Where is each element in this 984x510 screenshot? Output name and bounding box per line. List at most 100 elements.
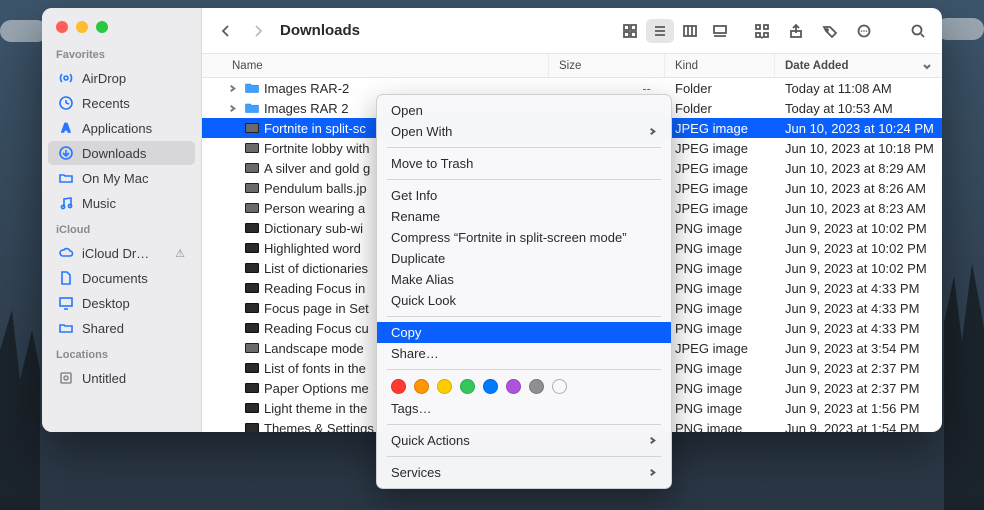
context-item-quick-look[interactable]: Quick Look xyxy=(377,290,671,311)
tag-color-dot[interactable] xyxy=(529,379,544,394)
file-date: Jun 9, 2023 at 1:54 PM xyxy=(775,421,942,433)
file-kind: PNG image xyxy=(665,221,775,236)
column-headers: Name Size Kind Date Added xyxy=(202,54,942,78)
group-by-button[interactable] xyxy=(748,19,776,43)
file-date: Jun 9, 2023 at 4:33 PM xyxy=(775,321,942,336)
tags-button[interactable] xyxy=(816,19,844,43)
file-kind: JPEG image xyxy=(665,141,775,156)
file-date: Jun 9, 2023 at 10:02 PM xyxy=(775,261,942,276)
file-icon xyxy=(244,80,260,96)
tag-color-dot[interactable] xyxy=(391,379,406,394)
context-item-tags[interactable]: Tags… xyxy=(377,398,671,419)
context-item-label: Quick Actions xyxy=(391,433,470,448)
tag-color-dot[interactable] xyxy=(414,379,429,394)
sidebar-item-untitled[interactable]: Untitled xyxy=(48,366,195,390)
file-name: Fortnite lobby with xyxy=(264,141,370,156)
sidebar-item-desktop[interactable]: Desktop xyxy=(48,291,195,315)
apps-icon: A xyxy=(58,120,74,136)
sidebar-item-shared[interactable]: Shared xyxy=(48,316,195,340)
file-date: Jun 9, 2023 at 10:02 PM xyxy=(775,241,942,256)
sidebar-item-label: Desktop xyxy=(82,296,130,311)
minimize-window-button[interactable] xyxy=(76,21,88,33)
context-item-rename[interactable]: Rename xyxy=(377,206,671,227)
chevron-right-icon xyxy=(648,124,657,139)
file-name: Images RAR-2 xyxy=(264,81,349,96)
nav-forward-button[interactable] xyxy=(244,19,272,43)
file-date: Jun 10, 2023 at 10:24 PM xyxy=(775,121,942,136)
context-separator xyxy=(387,424,661,425)
sidebar-item-label: Applications xyxy=(82,121,152,136)
context-item-duplicate[interactable]: Duplicate xyxy=(377,248,671,269)
context-item-get-info[interactable]: Get Info xyxy=(377,185,671,206)
file-kind: PNG image xyxy=(665,361,775,376)
sidebar-item-airdrop[interactable]: AirDrop xyxy=(48,66,195,90)
context-item-quick-actions[interactable]: Quick Actions xyxy=(377,430,671,451)
sidebar-item-label: On My Mac xyxy=(82,171,148,186)
context-item-label: Move to Trash xyxy=(391,156,473,171)
sidebar-item-music[interactable]: Music xyxy=(48,191,195,215)
file-icon xyxy=(244,200,260,216)
sidebar-item-recents[interactable]: Recents xyxy=(48,91,195,115)
file-date: Today at 10:53 AM xyxy=(775,101,942,116)
view-list-button[interactable] xyxy=(646,19,674,43)
context-item-compress-fortnite-in-split-screen-mode[interactable]: Compress “Fortnite in split-screen mode” xyxy=(377,227,671,248)
context-item-services[interactable]: Services xyxy=(377,462,671,483)
sidebar-item-label: Downloads xyxy=(82,146,146,161)
sidebar-item-applications[interactable]: A Applications xyxy=(48,116,195,140)
search-button[interactable] xyxy=(904,19,932,43)
sidebar-group-label: Favorites xyxy=(42,41,201,65)
file-kind: PNG image xyxy=(665,241,775,256)
tag-color-dot[interactable] xyxy=(506,379,521,394)
view-gallery-button[interactable] xyxy=(706,19,734,43)
file-name: Fortnite in split-sc xyxy=(264,121,366,136)
view-icons-button[interactable] xyxy=(616,19,644,43)
file-icon xyxy=(244,400,260,416)
more-actions-button[interactable] xyxy=(850,19,878,43)
tag-color-dot[interactable] xyxy=(483,379,498,394)
window-title: Downloads xyxy=(280,22,360,39)
column-header-size[interactable]: Size xyxy=(549,54,665,77)
context-item-copy[interactable]: Copy xyxy=(377,322,671,343)
file-date: Jun 9, 2023 at 1:56 PM xyxy=(775,401,942,416)
file-name: Landscape mode xyxy=(264,341,364,356)
disk-icon xyxy=(58,370,74,386)
context-item-move-to-trash[interactable]: Move to Trash xyxy=(377,153,671,174)
sidebar-item-documents[interactable]: Documents xyxy=(48,266,195,290)
music-icon xyxy=(58,195,74,211)
sidebar-item-label: Recents xyxy=(82,96,130,111)
file-date: Jun 9, 2023 at 2:37 PM xyxy=(775,381,942,396)
file-icon xyxy=(244,340,260,356)
file-date: Jun 9, 2023 at 3:54 PM xyxy=(775,341,942,356)
context-item-share[interactable]: Share… xyxy=(377,343,671,364)
tag-color-dot[interactable] xyxy=(460,379,475,394)
context-item-label: Rename xyxy=(391,209,440,224)
sidebar-item-downloads[interactable]: Downloads xyxy=(48,141,195,165)
context-item-make-alias[interactable]: Make Alias xyxy=(377,269,671,290)
column-header-kind[interactable]: Kind xyxy=(665,54,775,77)
file-icon xyxy=(244,380,260,396)
sidebar-group-label: iCloud xyxy=(42,216,201,240)
file-kind: JPEG image xyxy=(665,181,775,196)
file-name: List of fonts in the xyxy=(264,361,366,376)
context-item-open[interactable]: Open xyxy=(377,100,671,121)
context-item-label: Quick Look xyxy=(391,293,456,308)
file-icon xyxy=(244,100,260,116)
file-name: List of dictionaries xyxy=(264,261,368,276)
share-button[interactable] xyxy=(782,19,810,43)
sidebar-item-iclouddrive[interactable]: iCloud Dr…⚠︎ xyxy=(48,241,195,265)
column-header-date[interactable]: Date Added xyxy=(775,54,942,77)
context-item-open-with[interactable]: Open With xyxy=(377,121,671,142)
shared-icon xyxy=(58,320,74,336)
chevron-right-icon[interactable] xyxy=(228,102,240,114)
tag-color-dot[interactable] xyxy=(437,379,452,394)
file-kind: JPEG image xyxy=(665,341,775,356)
chevron-right-icon[interactable] xyxy=(228,82,240,94)
column-header-name[interactable]: Name xyxy=(202,54,549,77)
nav-back-button[interactable] xyxy=(212,19,240,43)
sidebar-item-onmymac[interactable]: On My Mac xyxy=(48,166,195,190)
zoom-window-button[interactable] xyxy=(96,21,108,33)
file-date: Today at 11:08 AM xyxy=(775,81,942,96)
tag-clear-button[interactable] xyxy=(552,379,567,394)
close-window-button[interactable] xyxy=(56,21,68,33)
view-columns-button[interactable] xyxy=(676,19,704,43)
